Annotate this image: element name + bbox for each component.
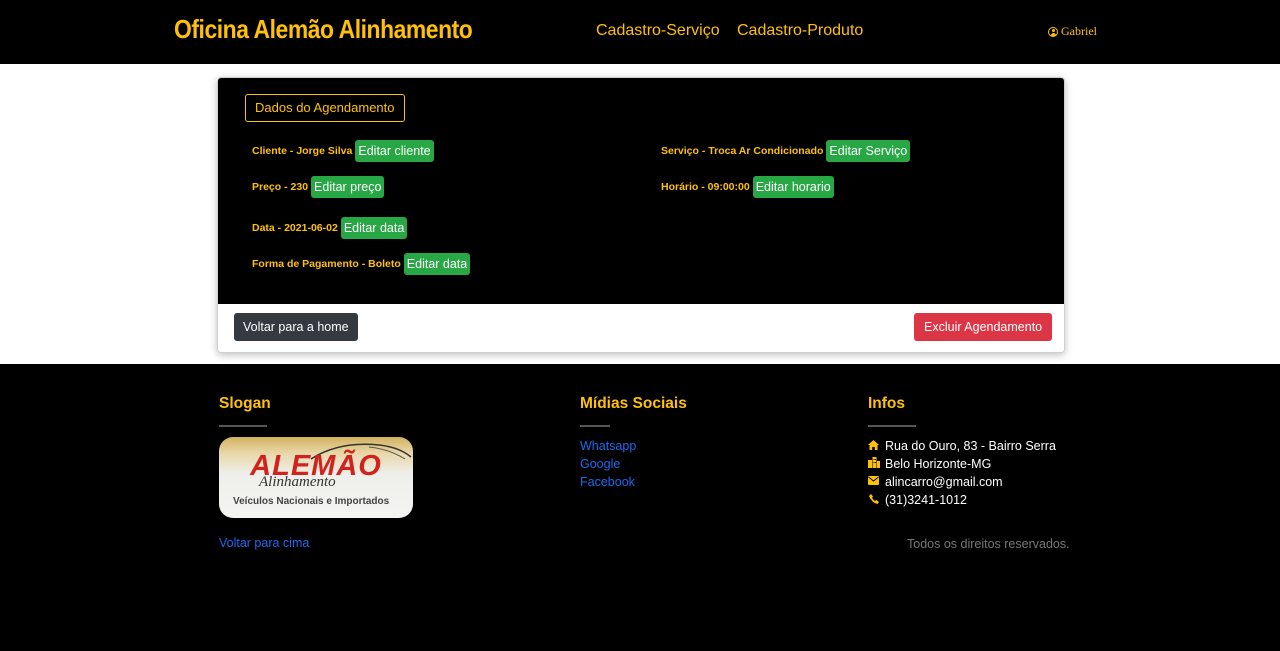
user-name: Gabriel <box>1061 24 1097 38</box>
phone-row: (31)3241-1012 <box>868 493 967 507</box>
edit-preco-button[interactable]: Editar preço <box>311 176 385 198</box>
whatsapp-link[interactable]: Whatsapp <box>580 439 636 453</box>
nav-cadastro-produto[interactable]: Cadastro-Produto <box>737 22 863 40</box>
edit-pagamento-button[interactable]: Editar data <box>403 253 471 275</box>
cliente-label: Cliente - Jorge Silva <box>252 145 353 157</box>
infos-heading: Infos <box>868 395 906 412</box>
user-circle-icon <box>1048 26 1058 37</box>
social-heading: Mídias Sociais <box>580 395 687 412</box>
logo-script: Alinhamento <box>259 474 336 490</box>
phone-text: (31)3241-1012 <box>885 493 968 507</box>
social-divider <box>580 425 610 427</box>
horario-label: Horário - 09:00:00 <box>661 181 750 193</box>
nav-cadastro-servico[interactable]: Cadastro-Serviço <box>596 22 720 40</box>
preco-label: Preço - 230 <box>252 181 309 193</box>
main-content: Dados do Agendamento Cliente - Jorge Sil… <box>0 64 1280 364</box>
edit-cliente-button[interactable]: Editar cliente <box>355 140 434 162</box>
pagamento-label: Forma de Pagamento - Boleto <box>252 258 401 270</box>
home-icon <box>868 439 879 453</box>
cliente-field: Cliente - Jorge Silva Editar cliente <box>252 140 434 162</box>
pagamento-field: Forma de Pagamento - Boleto Editar data <box>252 253 471 275</box>
preco-field: Preço - 230 Editar preço <box>252 176 385 198</box>
logo-subtitle: Veículos Nacionais e Importados <box>233 496 390 507</box>
google-link[interactable]: Google <box>580 457 620 471</box>
slogan-divider <box>219 425 267 427</box>
edit-servico-button[interactable]: Editar Serviço <box>826 140 911 162</box>
servico-field: Serviço - Troca Ar Condicionado Editar S… <box>661 140 911 162</box>
brand-logo: ALEMÃO Alinhamento Veículos Nacionais e … <box>219 437 413 518</box>
back-to-top-link[interactable]: Voltar para cima <box>219 536 309 550</box>
facebook-link[interactable]: Facebook <box>580 475 635 489</box>
envelope-icon <box>868 476 879 488</box>
copyright-text: Todos os direitos reservados. <box>907 537 1070 551</box>
city-text: Belo Horizonte-MG <box>885 457 992 471</box>
back-home-button[interactable]: Voltar para a home <box>234 313 358 341</box>
address-text: Rua do Ouro, 83 - Bairro Serra <box>885 439 1056 453</box>
address-row: Rua do Ouro, 83 - Bairro Serra <box>868 439 1056 453</box>
user-menu[interactable]: Gabriel <box>1048 24 1097 39</box>
city-icon <box>868 457 880 471</box>
data-label: Data - 2021-06-02 <box>252 222 338 234</box>
card-body: Dados do Agendamento Cliente - Jorge Sil… <box>218 78 1064 304</box>
top-navbar: Oficina Alemão Alinhamento Cadastro-Serv… <box>0 0 1280 64</box>
brand-title[interactable]: Oficina Alemão Alinhamento <box>174 14 473 45</box>
data-field: Data - 2021-06-02 Editar data <box>252 217 408 239</box>
delete-appointment-button[interactable]: Excluir Agendamento <box>914 313 1053 341</box>
city-row: Belo Horizonte-MG <box>868 457 991 471</box>
edit-horario-button[interactable]: Editar horario <box>752 176 834 198</box>
infos-divider <box>868 425 916 427</box>
email-row: alincarro@gmail.com <box>868 475 1003 489</box>
email-text: alincarro@gmail.com <box>885 475 1003 489</box>
card-title: Dados do Agendamento <box>245 94 405 122</box>
edit-data-button[interactable]: Editar data <box>340 217 408 239</box>
card-footer: Voltar para a home Excluir Agendamento <box>218 304 1064 352</box>
slogan-heading: Slogan <box>219 395 271 412</box>
phone-icon <box>868 493 879 507</box>
horario-field: Horário - 09:00:00 Editar horario <box>661 176 834 198</box>
appointment-card: Dados do Agendamento Cliente - Jorge Sil… <box>217 77 1065 353</box>
page-footer: Slogan ALEMÃO Alinhamento Veículos Nacio… <box>0 364 1280 651</box>
servico-label: Serviço - Troca Ar Condicionado <box>661 145 824 157</box>
